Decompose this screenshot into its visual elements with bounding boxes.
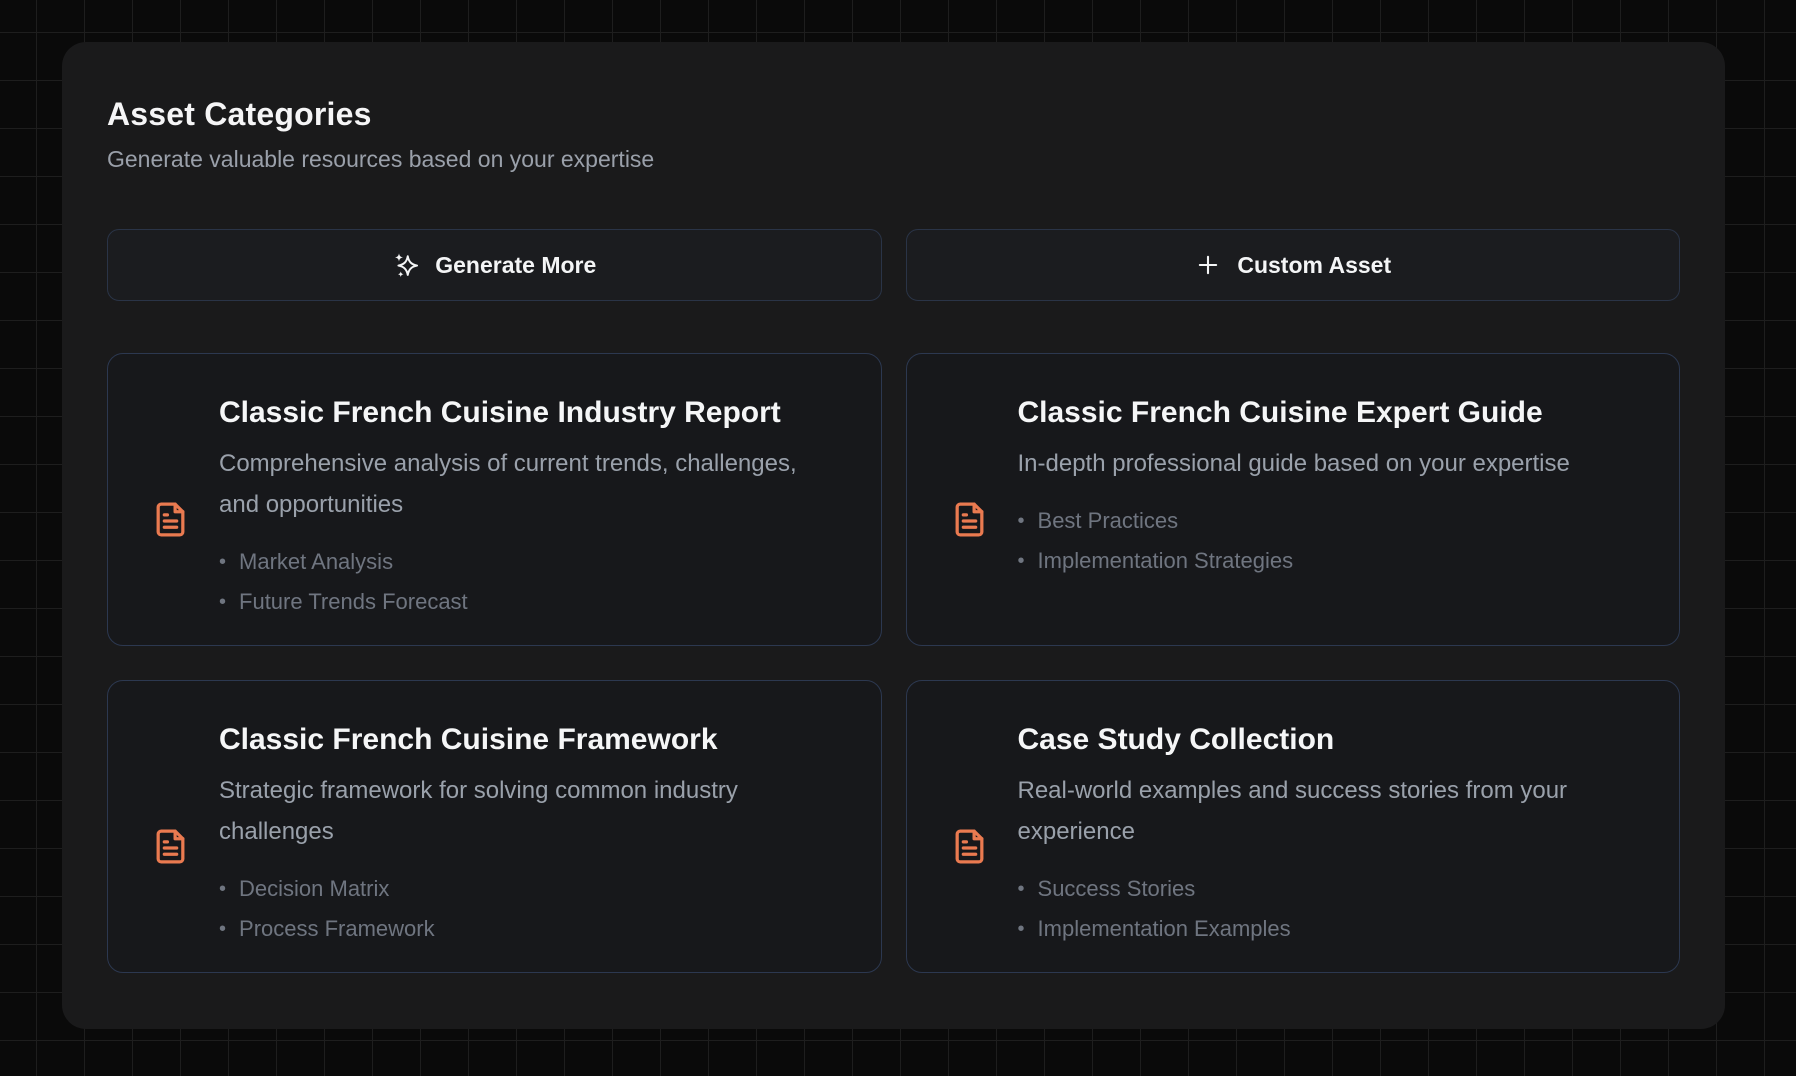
bullet-label: Success Stories: [1038, 869, 1196, 909]
card-bullets: Success Stories Implementation Examples: [1018, 869, 1618, 949]
file-text-icon: [152, 394, 189, 645]
sparkles-icon: [392, 251, 420, 279]
card-bullets: Market Analysis Future Trends Forecast: [219, 542, 819, 622]
card-content: Classic French Cuisine Industry Report C…: [219, 394, 819, 645]
card-content: Classic French Cuisine Expert Guide In-d…: [1018, 394, 1570, 645]
card-description: Strategic framework for solving common i…: [219, 770, 819, 852]
file-text-icon: [951, 721, 988, 972]
asset-categories-panel: Asset Categories Generate valuable resou…: [62, 42, 1725, 1029]
actions-row: Generate More Custom Asset: [107, 229, 1680, 301]
bullet-label: Process Framework: [239, 909, 435, 949]
bullet-item: Future Trends Forecast: [219, 582, 819, 622]
custom-asset-button[interactable]: Custom Asset: [906, 229, 1681, 301]
bullet-label: Market Analysis: [239, 542, 393, 582]
card-title: Classic French Cuisine Industry Report: [219, 394, 819, 432]
file-text-icon: [951, 394, 988, 645]
card-description: Real-world examples and success stories …: [1018, 770, 1618, 852]
bullet-label: Implementation Strategies: [1038, 541, 1294, 581]
asset-card[interactable]: Case Study Collection Real-world example…: [906, 680, 1681, 973]
bullet-item: Market Analysis: [219, 542, 819, 582]
page-subtitle: Generate valuable resources based on you…: [107, 146, 1680, 173]
bullet-label: Implementation Examples: [1038, 909, 1291, 949]
bullet-label: Decision Matrix: [239, 869, 389, 909]
card-description: Comprehensive analysis of current trends…: [219, 443, 819, 525]
custom-asset-label: Custom Asset: [1237, 252, 1391, 279]
generate-more-button[interactable]: Generate More: [107, 229, 882, 301]
bullet-item: Decision Matrix: [219, 869, 819, 909]
bullet-label: Future Trends Forecast: [239, 582, 468, 622]
page-background: { "header": { "title": "Asset Categories…: [0, 0, 1796, 1076]
asset-card[interactable]: Classic French Cuisine Framework Strateg…: [107, 680, 882, 973]
bullet-item: Success Stories: [1018, 869, 1618, 909]
plus-icon: [1194, 251, 1222, 279]
card-bullets: Decision Matrix Process Framework: [219, 869, 819, 949]
card-title: Case Study Collection: [1018, 721, 1618, 759]
asset-card[interactable]: Classic French Cuisine Industry Report C…: [107, 353, 882, 646]
asset-cards-grid: Classic French Cuisine Industry Report C…: [107, 353, 1680, 973]
card-description: In-depth professional guide based on you…: [1018, 443, 1570, 484]
bullet-item: Implementation Strategies: [1018, 541, 1570, 581]
card-content: Case Study Collection Real-world example…: [1018, 721, 1618, 972]
card-title: Classic French Cuisine Framework: [219, 721, 819, 759]
bullet-item: Implementation Examples: [1018, 909, 1618, 949]
generate-more-label: Generate More: [435, 252, 596, 279]
page-title: Asset Categories: [107, 96, 1680, 133]
file-text-icon: [152, 721, 189, 972]
card-bullets: Best Practices Implementation Strategies: [1018, 501, 1570, 581]
asset-card[interactable]: Classic French Cuisine Expert Guide In-d…: [906, 353, 1681, 646]
bullet-item: Best Practices: [1018, 501, 1570, 541]
bullet-label: Best Practices: [1038, 501, 1179, 541]
card-content: Classic French Cuisine Framework Strateg…: [219, 721, 819, 972]
bullet-item: Process Framework: [219, 909, 819, 949]
card-title: Classic French Cuisine Expert Guide: [1018, 394, 1570, 432]
